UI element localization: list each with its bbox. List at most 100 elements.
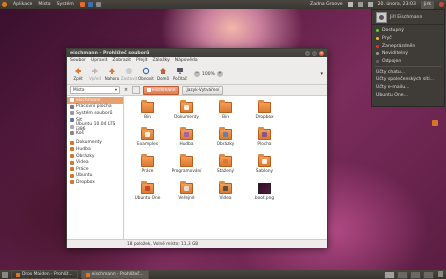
close-sidebar-button[interactable]: × [123,87,129,93]
power-icon[interactable] [439,2,444,7]
menu-bookmarks[interactable]: Záložky [152,58,169,63]
sidebar-item[interactable]: eischmann [67,97,123,104]
chat-accounts-item[interactable]: Účty chatu... [372,68,444,76]
status-offline[interactable]: Odpojen [372,58,444,66]
workspace-1[interactable] [384,270,395,279]
status-invisible[interactable]: Neviditelný [372,50,444,58]
social-accounts-item[interactable]: Účty společenských sítí... [372,76,444,84]
place-icon [70,98,74,103]
network-icon[interactable] [357,2,363,7]
file-item[interactable]: Programování [167,154,206,181]
sidebar-item[interactable]: Systém souborů [67,110,123,117]
up-button[interactable]: Nahoru [105,67,119,81]
places-selector[interactable]: Místa ▾ [70,86,120,94]
file-item[interactable]: Bin [206,100,245,127]
minimize-button[interactable]: – [305,50,310,56]
folder-icon [219,154,232,167]
file-item[interactable]: Dropbox [245,100,284,127]
volume-icon[interactable] [367,2,373,7]
forward-button[interactable]: Vpřed [88,67,102,81]
workspace-2[interactable] [397,270,408,279]
menu-system[interactable]: Systém [57,2,74,7]
folder-emblem-icon [145,186,150,191]
user-button-label: jirk [423,2,431,7]
file-item[interactable]: Videa [206,181,245,208]
toolbar-label: Vpřed [89,76,101,81]
ubuntu-one-item[interactable]: Ubuntu One... [372,92,444,100]
status-label: Neviditelný [382,51,408,57]
status-busy[interactable]: Zaneprázdněn [372,42,444,50]
folder-icon [180,154,193,167]
window-titlebar[interactable]: eischmann - Prohlížeč souborů – □ × [67,49,327,57]
taskbar-button-active[interactable]: eischmann - Prohlížeč... [80,270,149,279]
menu-applications[interactable]: Aplikace [13,2,32,7]
sidebar-item[interactable]: Práce [67,166,123,173]
sidebar-item-label: Dokumenty [76,140,102,146]
file-item[interactable]: Ubuntu One [128,181,167,208]
trash-icon[interactable] [438,270,443,277]
sidebar-item[interactable]: Ubuntu [67,173,123,180]
status-away[interactable]: Pryč [372,35,444,43]
file-item[interactable]: Hudba [167,127,206,154]
show-desktop-icon[interactable] [2,271,8,278]
breadcrumb-home[interactable]: eischmann [143,85,180,95]
taskbar-button[interactable]: Drox Maiden - Prohlíž... [11,270,78,279]
workspace-3[interactable] [410,270,421,279]
zoom-out-button[interactable]: − [194,71,200,77]
home-button[interactable]: Domů [156,67,170,81]
sidebar-item[interactable]: Dropbox [67,179,123,186]
home-folder-icon [147,88,151,92]
sidebar-item-label: Dropbox [76,179,95,185]
sidebar-item[interactable]: Pracovní plocha [67,104,123,111]
menu-go[interactable]: Přejít [136,58,147,63]
invisible-icon [376,52,379,56]
sidebar-item[interactable]: Obrázky [67,153,123,160]
ubuntu-logo-icon[interactable] [2,2,7,7]
email-accounts-item[interactable]: Účty e-mailu... [372,84,444,92]
place-icon [70,147,74,152]
zoom-in-button[interactable]: + [216,71,223,77]
tray-label[interactable]: Zadna Groove [310,2,343,7]
file-item[interactable]: Šablony [245,154,284,181]
reload-button[interactable]: Obnovit [138,67,154,81]
user-menu-header[interactable]: Jiří Eischmann [372,10,444,25]
file-item[interactable]: Veřejné [167,181,206,208]
status-available[interactable]: Dostupný [372,27,444,35]
file-item[interactable]: Dokumenty [167,100,206,127]
envelope-icon[interactable] [347,2,353,7]
sidebar-item[interactable]: Dokumenty [67,140,123,147]
computer-button[interactable]: Počítač [173,67,187,81]
sidebar-item[interactable]: Ubuntu 10.04 LTS i386 [67,122,123,132]
clock[interactable]: 20. února, 23:03 [378,2,416,7]
menu-file[interactable]: Soubor [70,58,86,63]
menu-view[interactable]: Zobrazit [112,58,131,63]
menu-places[interactable]: Místa [38,2,50,7]
firefox-icon[interactable] [79,2,85,7]
close-button[interactable]: × [319,50,324,56]
workspace-4[interactable] [423,270,434,279]
menu-item-label: Účty e-mailu... [376,85,410,91]
user-menu-button[interactable]: jirk [420,0,434,9]
folder-icon [258,127,271,140]
sidebar-item[interactable]: Videa [67,159,123,166]
toggle-path-button[interactable] [132,86,140,94]
maximize-button[interactable]: □ [312,50,317,56]
file-item[interactable]: boot.png [245,181,284,208]
file-item[interactable]: Obrázky [206,127,245,154]
back-button[interactable]: Zpět [71,67,85,81]
view-dropdown-button[interactable]: ▾ [320,71,323,77]
menu-help[interactable]: Nápověda [175,58,198,63]
breadcrumb-subfolder[interactable]: Jazyk-Vytváření [182,85,224,95]
file-item[interactable]: Bin [128,100,167,127]
mail-icon[interactable] [95,2,101,7]
file-item[interactable]: Stažený [206,154,245,181]
file-item[interactable]: Práce [128,154,167,181]
stop-button[interactable]: Zastavit [121,67,137,81]
file-item[interactable]: Plocha [245,127,284,154]
menu-edit[interactable]: Upravit [91,58,107,63]
sidebar-item[interactable]: Hudba [67,146,123,153]
toolbar-label: Zpět [73,76,83,81]
file-item[interactable]: Examples [128,127,167,154]
desktop-folder-icon[interactable] [432,120,438,126]
help-icon[interactable] [87,2,93,7]
